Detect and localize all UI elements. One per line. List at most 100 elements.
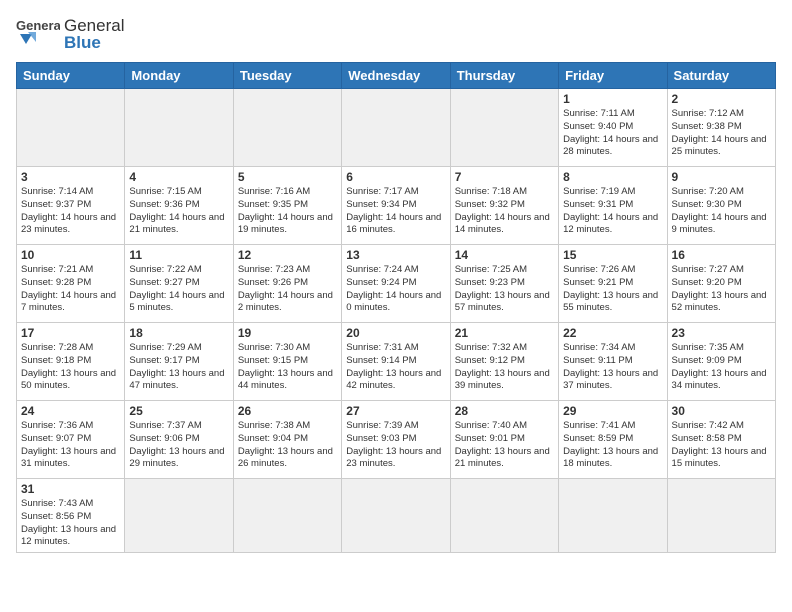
calendar-cell: 1 Sunrise: 7:11 AM Sunset: 9:40 PM Daylig…	[559, 89, 667, 167]
day-info: Sunrise: 7:32 AM Sunset: 9:12 PM Dayligh…	[455, 342, 554, 393]
day-info: Sunrise: 7:37 AM Sunset: 9:06 PM Dayligh…	[129, 420, 228, 471]
day-number: 20	[346, 326, 445, 340]
calendar-cell: 3 Sunrise: 7:14 AM Sunset: 9:37 PM Daylig…	[17, 167, 125, 245]
week-row-5: 31 Sunrise: 7:43 AM Sunset: 8:56 PM Dayli…	[17, 479, 776, 553]
day-number: 11	[129, 248, 228, 262]
day-number: 23	[672, 326, 771, 340]
calendar-cell: 30 Sunrise: 7:42 AM Sunset: 8:58 PM Dayli…	[667, 401, 775, 479]
day-info: Sunrise: 7:29 AM Sunset: 9:17 PM Dayligh…	[129, 342, 228, 393]
day-number: 5	[238, 170, 337, 184]
calendar-cell: 4 Sunrise: 7:15 AM Sunset: 9:36 PM Daylig…	[125, 167, 233, 245]
day-info: Sunrise: 7:31 AM Sunset: 9:14 PM Dayligh…	[346, 342, 445, 393]
day-number: 18	[129, 326, 228, 340]
weekday-header-friday: Friday	[559, 63, 667, 89]
day-info: Sunrise: 7:17 AM Sunset: 9:34 PM Dayligh…	[346, 186, 445, 237]
day-number: 21	[455, 326, 554, 340]
calendar-cell	[450, 479, 558, 553]
day-number: 25	[129, 404, 228, 418]
calendar-cell: 29Sunrise: 7:41 AM Sunset: 8:59 PM Dayli…	[559, 401, 667, 479]
calendar-cell: 15Sunrise: 7:26 AM Sunset: 9:21 PM Dayli…	[559, 245, 667, 323]
day-number: 12	[238, 248, 337, 262]
day-number: 31	[21, 482, 120, 496]
calendar-cell: 12Sunrise: 7:23 AM Sunset: 9:26 PM Dayli…	[233, 245, 341, 323]
day-info: Sunrise: 7:16 AM Sunset: 9:35 PM Dayligh…	[238, 186, 337, 237]
week-row-0: 1 Sunrise: 7:11 AM Sunset: 9:40 PM Daylig…	[17, 89, 776, 167]
weekday-header-tuesday: Tuesday	[233, 63, 341, 89]
day-info: Sunrise: 7:15 AM Sunset: 9:36 PM Dayligh…	[129, 186, 228, 237]
calendar-cell: 13 Sunrise: 7:24 AM Sunset: 9:24 PM Dayli…	[342, 245, 450, 323]
calendar-cell	[559, 479, 667, 553]
day-info: Sunrise: 7:24 AM Sunset: 9:24 PM Dayligh…	[346, 264, 445, 315]
calendar-cell: 31 Sunrise: 7:43 AM Sunset: 8:56 PM Dayli…	[17, 479, 125, 553]
weekday-header-thursday: Thursday	[450, 63, 558, 89]
day-info: Sunrise: 7:42 AM Sunset: 8:58 PM Dayligh…	[672, 420, 771, 471]
calendar-cell: 21 Sunrise: 7:32 AM Sunset: 9:12 PM Dayli…	[450, 323, 558, 401]
day-info: Sunrise: 7:41 AM Sunset: 8:59 PM Dayligh…	[563, 420, 662, 471]
svg-text:General: General	[16, 18, 60, 33]
day-info: Sunrise: 7:19 AM Sunset: 9:31 PM Dayligh…	[563, 186, 662, 237]
day-info: Sunrise: 7:20 AM Sunset: 9:30 PM Dayligh…	[672, 186, 771, 237]
calendar-cell	[125, 89, 233, 167]
calendar-cell: 9 Sunrise: 7:20 AM Sunset: 9:30 PM Daylig…	[667, 167, 775, 245]
day-number: 28	[455, 404, 554, 418]
calendar-cell: 24 Sunrise: 7:36 AM Sunset: 9:07 PM Dayli…	[17, 401, 125, 479]
weekday-header-wednesday: Wednesday	[342, 63, 450, 89]
day-number: 22	[563, 326, 662, 340]
calendar-cell: 25 Sunrise: 7:37 AM Sunset: 9:06 PM Dayli…	[125, 401, 233, 479]
day-info: Sunrise: 7:26 AM Sunset: 9:21 PM Dayligh…	[563, 264, 662, 315]
logo: General General Blue	[16, 16, 124, 52]
calendar-cell: 11Sunrise: 7:22 AM Sunset: 9:27 PM Dayli…	[125, 245, 233, 323]
calendar-cell	[125, 479, 233, 553]
week-row-1: 3 Sunrise: 7:14 AM Sunset: 9:37 PM Daylig…	[17, 167, 776, 245]
day-number: 14	[455, 248, 554, 262]
weekday-header-row: SundayMondayTuesdayWednesdayThursdayFrid…	[17, 63, 776, 89]
calendar-cell	[342, 89, 450, 167]
day-info: Sunrise: 7:14 AM Sunset: 9:37 PM Dayligh…	[21, 186, 120, 237]
day-number: 26	[238, 404, 337, 418]
calendar-cell: 18 Sunrise: 7:29 AM Sunset: 9:17 PM Dayli…	[125, 323, 233, 401]
day-number: 2	[672, 92, 771, 106]
day-info: Sunrise: 7:25 AM Sunset: 9:23 PM Dayligh…	[455, 264, 554, 315]
day-number: 13	[346, 248, 445, 262]
day-info: Sunrise: 7:21 AM Sunset: 9:28 PM Dayligh…	[21, 264, 120, 315]
calendar-cell: 6 Sunrise: 7:17 AM Sunset: 9:34 PM Daylig…	[342, 167, 450, 245]
day-info: Sunrise: 7:27 AM Sunset: 9:20 PM Dayligh…	[672, 264, 771, 315]
calendar-cell	[450, 89, 558, 167]
day-number: 27	[346, 404, 445, 418]
weekday-header-saturday: Saturday	[667, 63, 775, 89]
calendar-cell: 2Sunrise: 7:12 AM Sunset: 9:38 PM Daylig…	[667, 89, 775, 167]
day-number: 30	[672, 404, 771, 418]
calendar-cell	[667, 479, 775, 553]
day-number: 4	[129, 170, 228, 184]
day-number: 9	[672, 170, 771, 184]
day-info: Sunrise: 7:43 AM Sunset: 8:56 PM Dayligh…	[21, 498, 120, 549]
header: General General Blue	[16, 16, 776, 52]
calendar-cell: 28Sunrise: 7:40 AM Sunset: 9:01 PM Dayli…	[450, 401, 558, 479]
day-number: 1	[563, 92, 662, 106]
day-info: Sunrise: 7:28 AM Sunset: 9:18 PM Dayligh…	[21, 342, 120, 393]
weekday-header-monday: Monday	[125, 63, 233, 89]
calendar-cell: 14 Sunrise: 7:25 AM Sunset: 9:23 PM Dayli…	[450, 245, 558, 323]
calendar-cell: 17Sunrise: 7:28 AM Sunset: 9:18 PM Dayli…	[17, 323, 125, 401]
logo-text: General Blue	[64, 17, 124, 51]
day-number: 19	[238, 326, 337, 340]
day-number: 6	[346, 170, 445, 184]
calendar-cell: 20 Sunrise: 7:31 AM Sunset: 9:14 PM Dayli…	[342, 323, 450, 401]
week-row-2: 10 Sunrise: 7:21 AM Sunset: 9:28 PM Dayli…	[17, 245, 776, 323]
day-info: Sunrise: 7:35 AM Sunset: 9:09 PM Dayligh…	[672, 342, 771, 393]
day-info: Sunrise: 7:30 AM Sunset: 9:15 PM Dayligh…	[238, 342, 337, 393]
calendar-cell: 23 Sunrise: 7:35 AM Sunset: 9:09 PM Dayli…	[667, 323, 775, 401]
logo-svg: General	[16, 16, 60, 52]
day-number: 8	[563, 170, 662, 184]
calendar-cell	[342, 479, 450, 553]
day-info: Sunrise: 7:11 AM Sunset: 9:40 PM Dayligh…	[563, 108, 662, 159]
calendar: SundayMondayTuesdayWednesdayThursdayFrid…	[16, 62, 776, 553]
day-info: Sunrise: 7:38 AM Sunset: 9:04 PM Dayligh…	[238, 420, 337, 471]
day-number: 3	[21, 170, 120, 184]
day-info: Sunrise: 7:36 AM Sunset: 9:07 PM Dayligh…	[21, 420, 120, 471]
day-number: 24	[21, 404, 120, 418]
calendar-cell: 8 Sunrise: 7:19 AM Sunset: 9:31 PM Daylig…	[559, 167, 667, 245]
day-number: 10	[21, 248, 120, 262]
weekday-header-sunday: Sunday	[17, 63, 125, 89]
week-row-3: 17Sunrise: 7:28 AM Sunset: 9:18 PM Dayli…	[17, 323, 776, 401]
